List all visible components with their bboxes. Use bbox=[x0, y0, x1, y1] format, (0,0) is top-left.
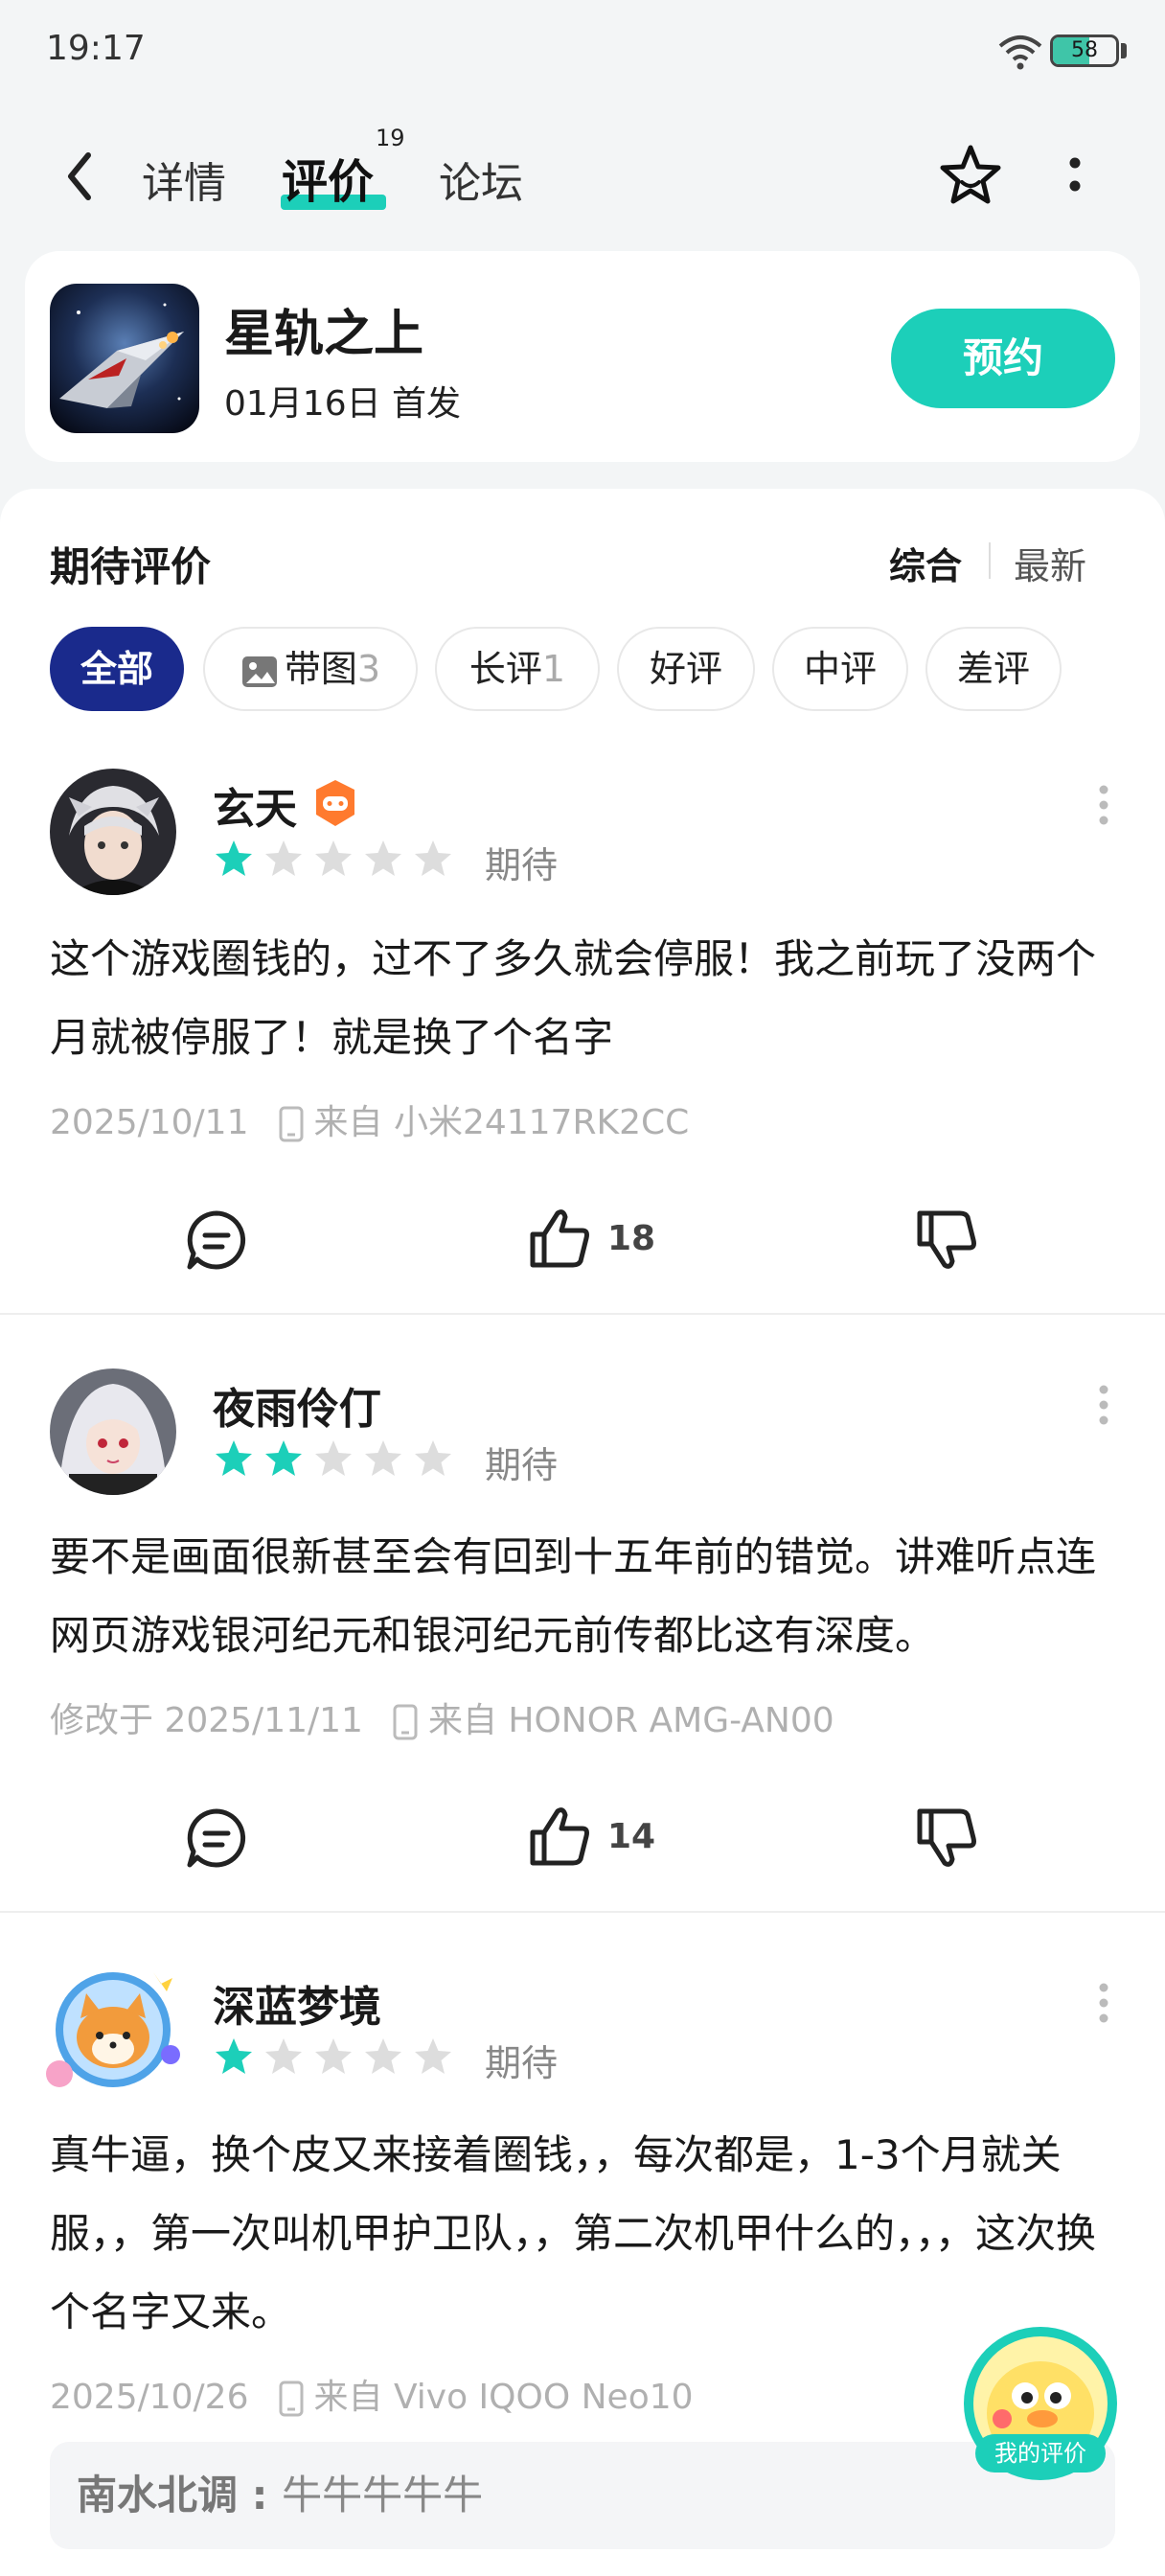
review-3-rating-label: 期待 bbox=[485, 2042, 559, 2084]
filter-with-image-label: 带图 bbox=[284, 648, 357, 690]
review-2-text: 要不是画面很新甚至会有回到十五年前的错觉。讲难听点连网页游戏银河纪元和银河纪元前… bbox=[50, 1533, 1097, 1659]
review-3-more-icon[interactable] bbox=[1096, 1982, 1111, 2024]
star-filled-icon bbox=[216, 840, 252, 876]
review-3-username[interactable]: 深蓝梦境 bbox=[213, 1972, 381, 2034]
star-empty-icon bbox=[415, 840, 451, 876]
status-bar: 19:17 58 bbox=[0, 0, 1165, 105]
like-icon[interactable] bbox=[525, 1204, 594, 1273]
image-icon bbox=[241, 656, 277, 687]
filter-negative-label: 差评 bbox=[956, 648, 1030, 690]
filter-long-label: 长评 bbox=[468, 648, 542, 690]
game-title: 星轨之上 bbox=[224, 306, 424, 363]
release-date: 01月16日 首发 bbox=[224, 384, 462, 424]
review-1-date: 2025/10/11 bbox=[50, 1103, 249, 1142]
review-1-like-count: 18 bbox=[607, 1219, 656, 1258]
phone-icon bbox=[279, 1106, 303, 1142]
phone-icon bbox=[393, 1704, 418, 1740]
comment-icon[interactable] bbox=[182, 1804, 251, 1873]
filter-long[interactable]: 长评1 bbox=[435, 627, 600, 711]
review-2-like-count: 14 bbox=[607, 1817, 656, 1856]
review-divider bbox=[0, 1313, 1165, 1315]
tab-details[interactable]: 详情 bbox=[142, 149, 226, 210]
filter-neutral[interactable]: 中评 bbox=[772, 627, 908, 711]
review-2-username[interactable]: 夜雨伶仃 bbox=[213, 1374, 381, 1436]
dislike-icon[interactable] bbox=[912, 1206, 981, 1275]
sort-latest[interactable]: 最新 bbox=[1014, 537, 1086, 589]
filter-neutral-label: 中评 bbox=[803, 648, 877, 690]
review-1-more-icon[interactable] bbox=[1096, 784, 1111, 826]
review-2-stars bbox=[213, 1438, 462, 1480]
review-1-device: 来自 小米24117RK2CC bbox=[313, 1103, 690, 1142]
avatar[interactable] bbox=[50, 1368, 176, 1495]
star-empty-icon bbox=[415, 2038, 451, 2074]
star-filled-icon bbox=[216, 1440, 252, 1476]
star-empty-icon bbox=[365, 2038, 401, 2074]
review-3-stars bbox=[213, 2036, 462, 2078]
star-empty-icon bbox=[265, 2038, 302, 2074]
filter-long-count: 1 bbox=[541, 648, 566, 690]
filter-with-image-count: 3 bbox=[356, 648, 381, 690]
battery-tip bbox=[1121, 43, 1127, 58]
review-divider bbox=[0, 1911, 1165, 1913]
review-3-meta: 2025/10/26 来自 Vivo IQOO Neo10 bbox=[50, 2369, 694, 2419]
star-filled-icon bbox=[216, 2038, 252, 2074]
review-3-device: 来自 Vivo IQOO Neo10 bbox=[313, 2378, 694, 2417]
filter-positive[interactable]: 好评 bbox=[617, 627, 755, 711]
reserve-button[interactable]: 预约 bbox=[891, 309, 1115, 408]
review-2-meta: 修改于 2025/11/11 来自 HONOR AMG-AN00 bbox=[50, 1692, 834, 1742]
review-3-text: 真牛逼，换个皮又来接着圈钱，，每次都是，1-3个月就关服，，第一次叫机甲护卫队，… bbox=[50, 2131, 1097, 2335]
star-empty-icon bbox=[315, 2038, 352, 2074]
star-empty-icon bbox=[265, 840, 302, 876]
status-time: 19:17 bbox=[46, 29, 146, 68]
filter-all-label: 全部 bbox=[80, 648, 153, 690]
review-1-username[interactable]: 玄天 bbox=[213, 774, 297, 836]
star-empty-icon bbox=[365, 1440, 401, 1476]
my-review-button[interactable]: 我的评价 bbox=[964, 2327, 1117, 2480]
star-empty-icon bbox=[315, 840, 352, 876]
review-2-device: 来自 HONOR AMG-AN00 bbox=[427, 1701, 834, 1740]
review-2-date: 修改于 2025/11/11 bbox=[50, 1701, 363, 1740]
reply-author: 南水北调 bbox=[77, 2472, 239, 2518]
battery-icon: 58 bbox=[1050, 34, 1119, 67]
game-badge-icon bbox=[316, 780, 354, 826]
tab-reviews-count: 19 bbox=[376, 125, 405, 151]
reply-separator: : bbox=[238, 2472, 283, 2518]
wifi-icon bbox=[998, 35, 1042, 70]
review-3-date: 2025/10/26 bbox=[50, 2378, 249, 2417]
back-arrow-icon[interactable] bbox=[59, 146, 98, 207]
tab-forum[interactable]: 论坛 bbox=[439, 149, 523, 210]
filter-with-image[interactable]: 带图3 bbox=[203, 627, 418, 711]
review-2-more-icon[interactable] bbox=[1096, 1384, 1111, 1426]
phone-icon bbox=[279, 2380, 303, 2417]
filter-all[interactable]: 全部 bbox=[50, 627, 184, 711]
filter-positive-label: 好评 bbox=[649, 648, 722, 690]
review-1-meta: 2025/10/11 来自 小米24117RK2CC bbox=[50, 1094, 689, 1144]
like-icon[interactable] bbox=[525, 1802, 594, 1871]
reply-text: 牛牛牛牛牛 bbox=[282, 2472, 484, 2518]
more-options-icon[interactable] bbox=[1063, 153, 1086, 201]
star-empty-icon bbox=[415, 1440, 451, 1476]
star-empty-icon bbox=[315, 1440, 352, 1476]
avatar[interactable] bbox=[38, 1955, 188, 2104]
game-icon[interactable] bbox=[50, 284, 199, 433]
review-1-stars bbox=[213, 838, 462, 880]
favorite-star-icon[interactable] bbox=[937, 142, 1004, 209]
reply-preview[interactable]: 南水北调 : 牛牛牛牛牛 bbox=[50, 2442, 1115, 2549]
review-2-rating-label: 期待 bbox=[485, 1444, 559, 1486]
review-1-text: 这个游戏圈钱的，过不了多久就会停服！我之前玩了没两个月就被停服了！就是换了个名字 bbox=[50, 935, 1097, 1061]
review-1-rating-label: 期待 bbox=[485, 844, 559, 886]
tab-reviews[interactable]: 评价 bbox=[282, 144, 374, 211]
sort-comprehensive[interactable]: 综合 bbox=[889, 537, 962, 589]
dislike-icon[interactable] bbox=[912, 1804, 981, 1873]
sort-divider bbox=[989, 542, 991, 579]
section-title: 期待评价 bbox=[50, 543, 212, 590]
filter-negative[interactable]: 差评 bbox=[925, 627, 1062, 711]
avatar[interactable] bbox=[50, 769, 176, 895]
battery-level: 58 bbox=[1071, 38, 1098, 62]
star-empty-icon bbox=[365, 840, 401, 876]
star-filled-icon bbox=[265, 1440, 302, 1476]
comment-icon[interactable] bbox=[182, 1206, 251, 1275]
my-review-label: 我的评价 bbox=[975, 2434, 1106, 2472]
